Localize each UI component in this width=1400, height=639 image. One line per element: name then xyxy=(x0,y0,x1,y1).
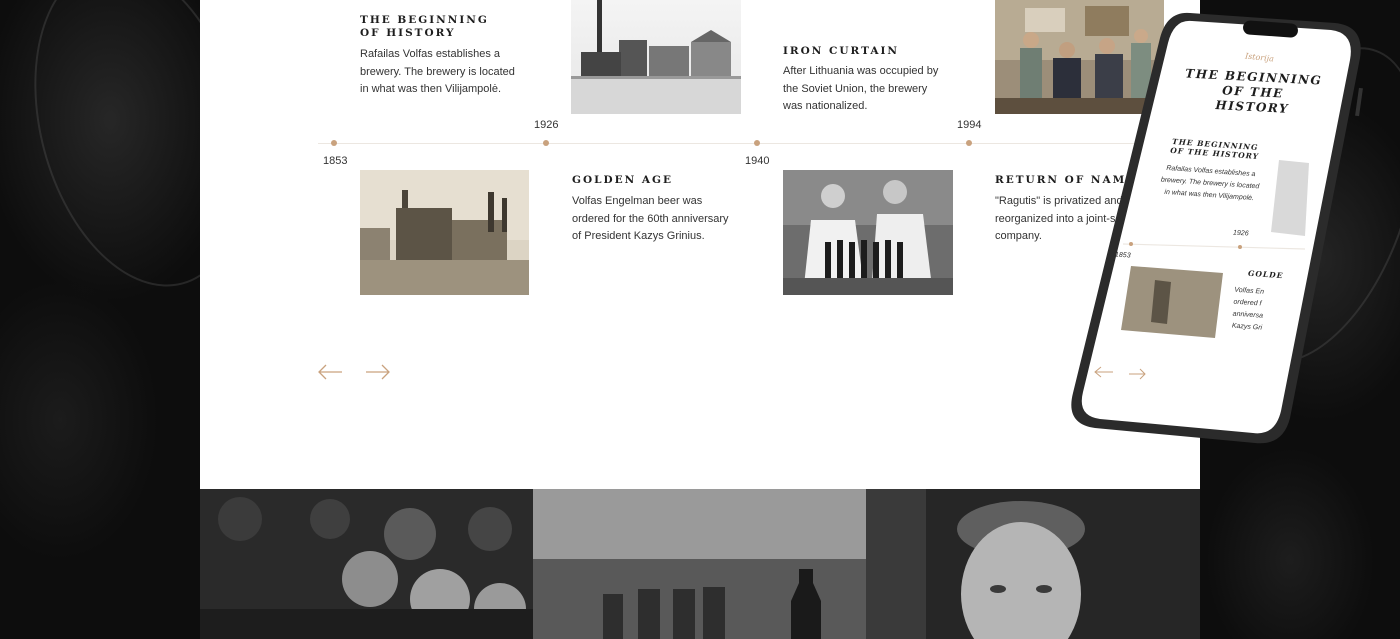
event-title: The beginning of history xyxy=(360,14,489,39)
arrow-right-icon[interactable] xyxy=(365,362,391,382)
history-timeline-section: 1853 1926 1940 1994 The beginning of his… xyxy=(200,0,1200,489)
year-label: 1853 xyxy=(323,155,348,167)
timeline-dot-1940[interactable] xyxy=(754,140,760,146)
phone-event-text: Rafailas Volfas establishes a brewery. T… xyxy=(1160,164,1260,203)
timeline-dot-1853[interactable] xyxy=(331,140,337,146)
phone-year-label: 1926 xyxy=(1232,229,1249,238)
year-label: 1940 xyxy=(745,155,770,167)
brewery-factory-photo xyxy=(571,0,741,114)
event-text: Volfas Engelman beer was ordered for the… xyxy=(572,195,729,242)
year-label: 1994 xyxy=(957,119,982,131)
pub-crowd-photo xyxy=(200,489,533,639)
portrait-man-photo xyxy=(866,489,1200,639)
year-label: 1926 xyxy=(534,119,559,131)
timeline-dot-1926[interactable] xyxy=(543,140,549,146)
phone-heading: THE BEGINNING OF THE HISTORY xyxy=(1185,66,1323,116)
timeline-dot-1994[interactable] xyxy=(966,140,972,146)
phone-mockup: Istorija THE BEGINNING OF THE HISTORY TH… xyxy=(1065,8,1375,448)
phone-event2-text: Volfas En ordered f anniversa Kazys Gri xyxy=(1231,286,1265,332)
old-brewery-photo xyxy=(360,170,529,295)
event-title: Iron curtain xyxy=(783,45,899,57)
beer-bottles-photo xyxy=(533,489,866,639)
brewers-with-bottles-photo xyxy=(783,170,953,295)
event-text: Rafailas Volfas establishes a brewery. T… xyxy=(360,48,515,95)
event-text: After Lithuania was occupied by the Sovi… xyxy=(783,65,939,112)
event-title: Golden age xyxy=(572,174,673,186)
arrow-left-icon[interactable] xyxy=(317,362,343,382)
phone-year-label: 1853 xyxy=(1114,251,1131,260)
